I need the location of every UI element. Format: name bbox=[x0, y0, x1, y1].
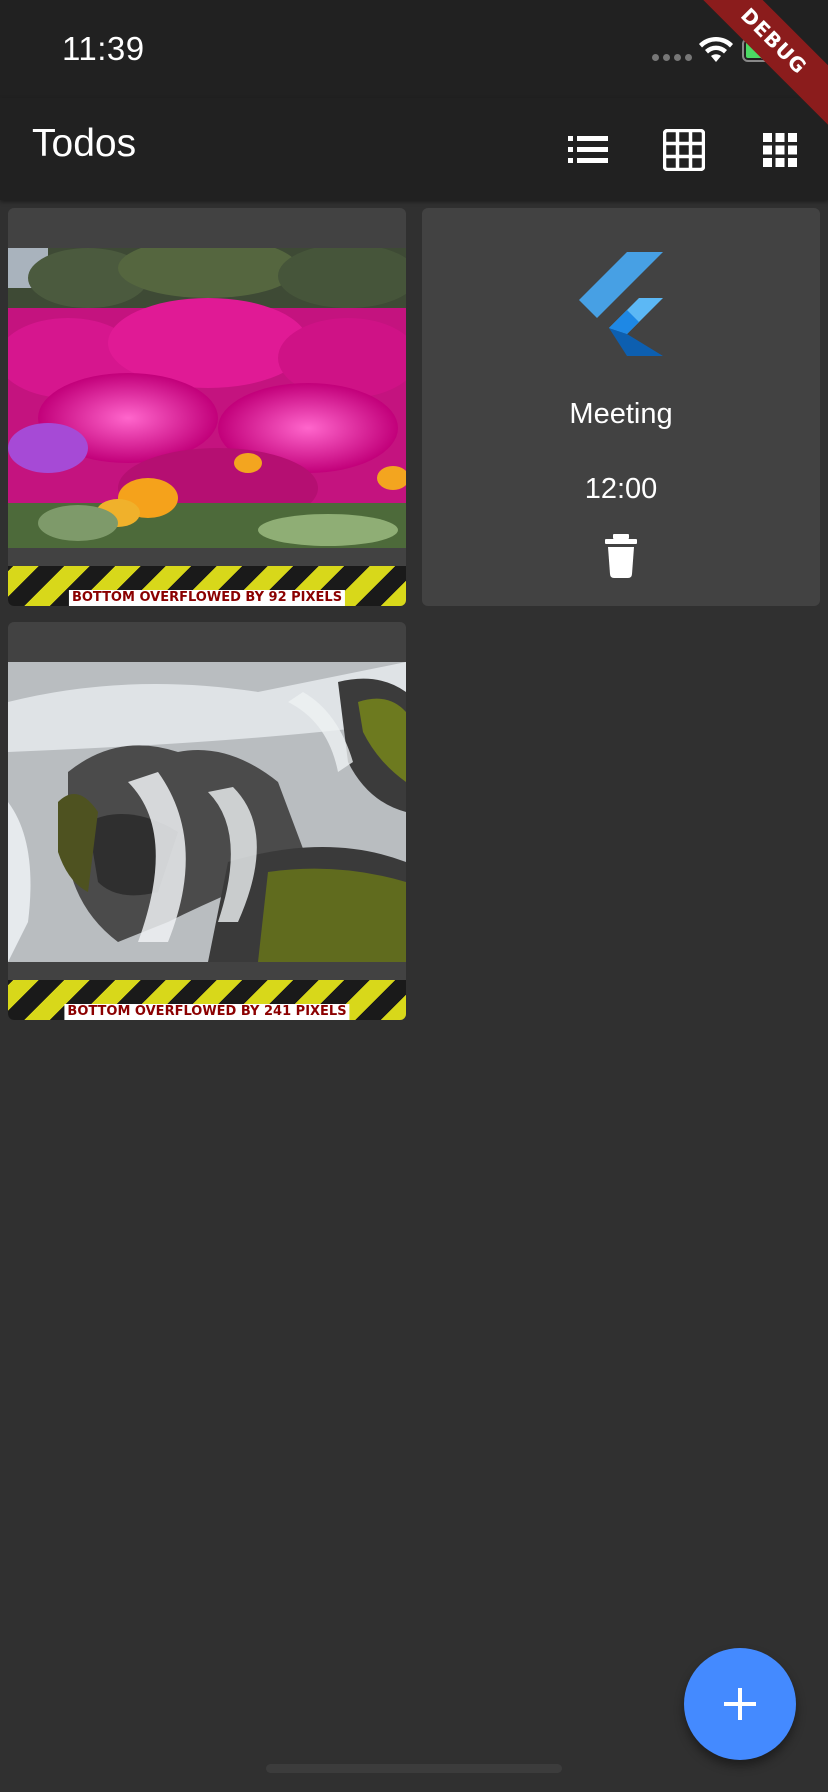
pink-flowers-photo bbox=[8, 248, 406, 548]
grid-view-icon bbox=[663, 129, 705, 171]
todo-card-image[interactable]: BOTTOM OVERFLOWED BY 241 PIXELS bbox=[8, 622, 406, 1020]
flutter-logo bbox=[579, 252, 663, 356]
overflow-warning-text: BOTTOM OVERFLOWED BY 241 PIXELS bbox=[64, 1004, 350, 1020]
delete-icon[interactable] bbox=[603, 534, 639, 578]
home-indicator[interactable] bbox=[266, 1764, 562, 1773]
grid-view-button[interactable] bbox=[656, 122, 712, 178]
waterfall-rocks-photo bbox=[8, 662, 406, 962]
add-todo-button[interactable] bbox=[684, 1648, 796, 1760]
status-bar: 11:39 bbox=[0, 0, 828, 98]
overflow-warning-text: BOTTOM OVERFLOWED BY 92 PIXELS bbox=[68, 590, 346, 606]
apps-view-icon bbox=[763, 133, 797, 167]
todo-card-note[interactable]: Meeting 12:00 bbox=[422, 208, 820, 606]
app-bar: Todos bbox=[0, 98, 828, 200]
add-icon bbox=[724, 1688, 756, 1720]
todo-card-image[interactable]: BOTTOM OVERFLOWED BY 92 PIXELS bbox=[8, 208, 406, 606]
apps-view-button[interactable] bbox=[752, 122, 808, 178]
list-view-button[interactable] bbox=[560, 122, 616, 178]
status-time: 11:39 bbox=[62, 30, 145, 67]
todo-title: Meeting bbox=[569, 398, 673, 430]
list-view-icon bbox=[568, 136, 608, 163]
todo-time: 12:00 bbox=[584, 473, 658, 505]
signal-icon bbox=[652, 54, 692, 61]
overflow-warning: BOTTOM OVERFLOWED BY 241 PIXELS bbox=[8, 980, 406, 1020]
overflow-warning: BOTTOM OVERFLOWED BY 92 PIXELS bbox=[8, 566, 406, 606]
wifi-icon bbox=[699, 36, 733, 62]
page-title: Todos bbox=[32, 122, 137, 165]
